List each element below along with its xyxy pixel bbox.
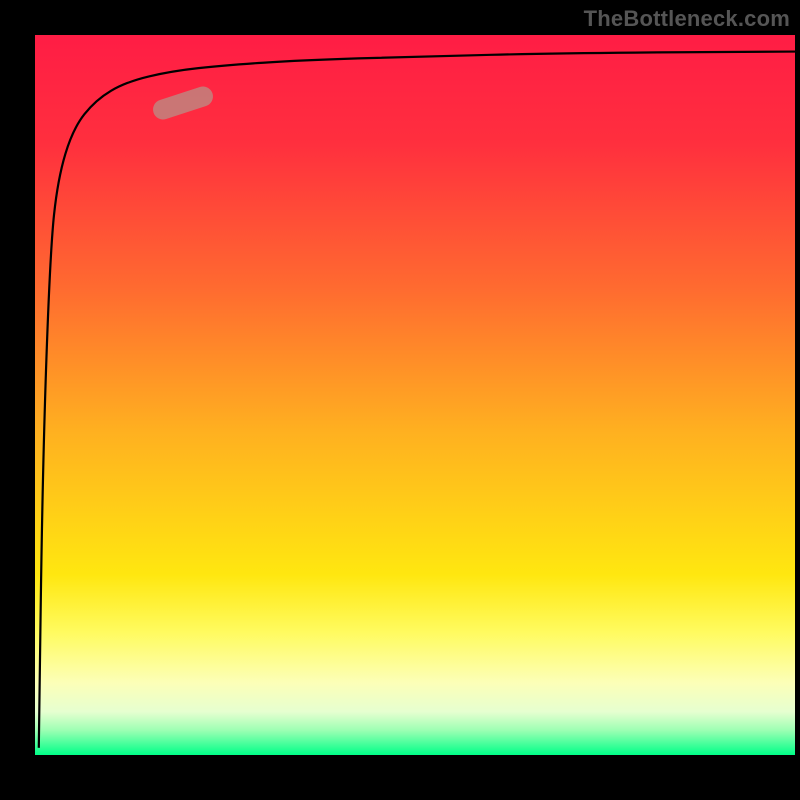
- plot-area: [35, 35, 795, 755]
- watermark-text: TheBottleneck.com: [584, 6, 790, 32]
- curve-path: [39, 52, 795, 748]
- chart-root: TheBottleneck.com: [0, 0, 800, 800]
- bottleneck-curve: [35, 35, 795, 755]
